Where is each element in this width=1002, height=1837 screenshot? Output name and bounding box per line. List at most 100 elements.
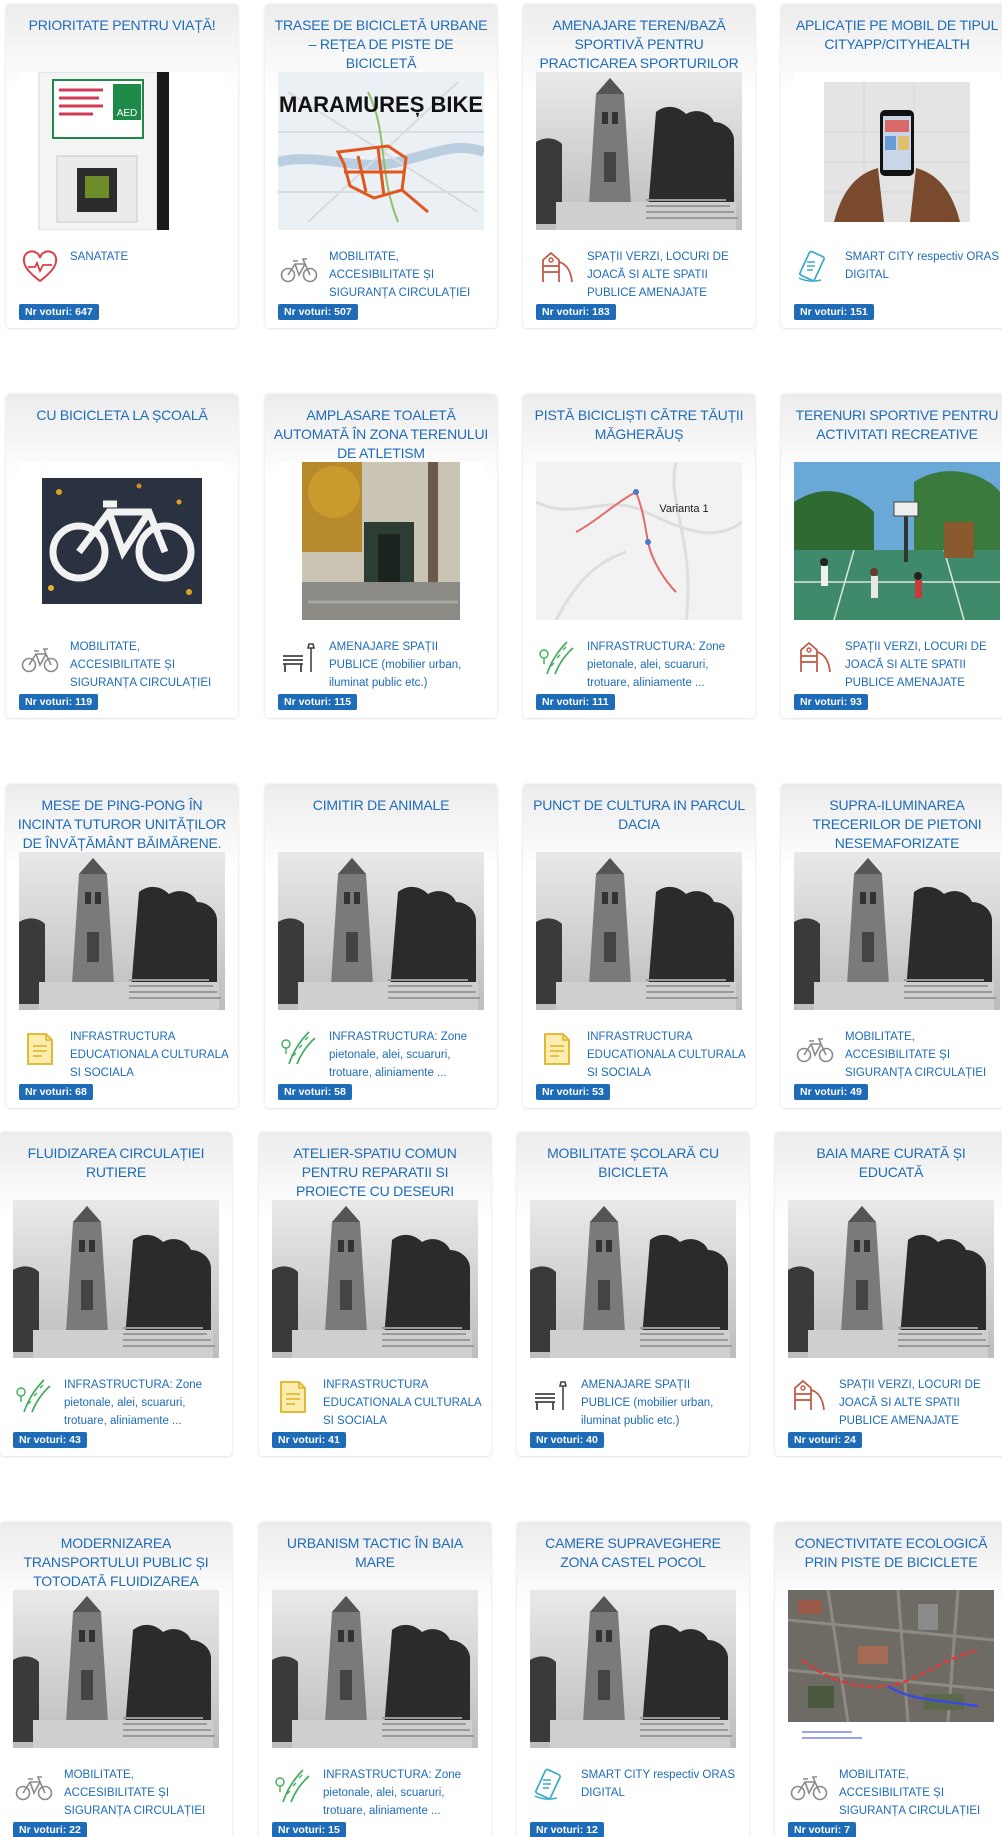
project-title[interactable]: PUNCT DE CULTURA IN PARCUL DACIA xyxy=(531,796,747,834)
votes-badge: Nr voturi: 115 xyxy=(278,694,358,710)
project-card[interactable]: URBANISM TACTIC ÎN BAIA MARE INFRASTRUCTU… xyxy=(259,1522,491,1837)
votes-badge: Nr voturi: 647 xyxy=(19,304,99,320)
project-title[interactable]: SUPRA-ILUMINAREA TRECERILOR DE PIETONI N… xyxy=(789,796,1002,853)
votes-badge: Nr voturi: 53 xyxy=(536,1084,610,1100)
category-label: MOBILITATE, ACCESIBILITATE ȘI SIGURANȚA … xyxy=(329,251,471,299)
category: SANATATE xyxy=(20,248,230,308)
category-label: INFRASTRUCTURA: Zone pietonale, alei, sc… xyxy=(329,1031,468,1079)
project-card[interactable]: TRASEE DE BICICLETĂ URBANE – REȚEA DE PI… xyxy=(265,4,497,328)
category: SPAȚII VERZI, LOCURI DE JOACĂ SI ALTE SP… xyxy=(789,1376,999,1436)
book-building-icon xyxy=(537,1028,577,1068)
project-image[interactable] xyxy=(788,1200,994,1358)
project-card[interactable]: AMPLASARE TOALETĂ AUTOMATĂ ÎN ZONA TEREN… xyxy=(265,394,497,718)
project-card[interactable]: SUPRA-ILUMINAREA TRECERILOR DE PIETONI N… xyxy=(781,784,1002,1108)
project-image[interactable] xyxy=(530,1200,736,1358)
category: INFRASTRUCTURA EDUCATIONALA CULTURALA SI… xyxy=(20,1028,230,1088)
project-title[interactable]: CAMERE SUPRAVEGHERE ZONA CASTEL POCOL xyxy=(525,1534,741,1572)
category-label: INFRASTRUCTURA EDUCATIONALA CULTURALA SI… xyxy=(323,1379,482,1427)
project-image[interactable] xyxy=(278,462,484,620)
project-image[interactable] xyxy=(530,1590,736,1748)
project-card[interactable]: PRIORITATE PENTRU VIAȚĂ! AED SANATATE Nr vo… xyxy=(6,4,238,328)
project-title[interactable]: URBANISM TACTIC ÎN BAIA MARE xyxy=(267,1534,483,1572)
project-image[interactable]: MARAMUREȘ BIKE xyxy=(278,72,484,230)
project-image[interactable] xyxy=(794,462,1000,620)
road-trees-icon xyxy=(279,1028,319,1068)
project-card[interactable]: CAMERE SUPRAVEGHERE ZONA CASTEL POCOL SMA… xyxy=(517,1522,749,1837)
project-image[interactable] xyxy=(794,72,1000,230)
votes-badge: Nr voturi: 58 xyxy=(278,1084,352,1100)
project-image[interactable]: AED xyxy=(19,72,225,230)
project-card[interactable]: FLUIDIZAREA CIRCULAȚIEI RUTIERE INFRASTRU… xyxy=(0,1132,232,1456)
project-image[interactable] xyxy=(13,1200,219,1358)
votes-badge: Nr voturi: 15 xyxy=(272,1822,346,1837)
project-card[interactable]: PISTĂ BICICLIȘTI CĂTRE TĂUȚII MĂGHERĂUȘ V… xyxy=(523,394,755,718)
smart-city-icon xyxy=(531,1766,571,1806)
project-image[interactable] xyxy=(272,1200,478,1358)
project-title[interactable]: MODERNIZAREA TRANSPORTULUI PUBLIC ȘI TOT… xyxy=(8,1534,224,1591)
project-card[interactable]: APLICAȚIE PE MOBIL DE TIPUL CITYAPP/CITY… xyxy=(781,4,1002,328)
project-card[interactable]: BAIA MARE CURATĂ ȘI EDUCATĂ SPAȚII VERZI,… xyxy=(775,1132,1002,1456)
votes-badge: Nr voturi: 7 xyxy=(788,1822,857,1837)
road-trees-icon xyxy=(273,1766,313,1806)
project-image[interactable] xyxy=(794,852,1000,1010)
project-image[interactable] xyxy=(19,462,225,620)
votes-badge: Nr voturi: 12 xyxy=(530,1822,604,1837)
project-card[interactable]: CU BICICLETA LA ȘCOALĂ MOBILITATE, ACCESI… xyxy=(6,394,238,718)
project-title[interactable]: BAIA MARE CURATĂ ȘI EDUCATĂ xyxy=(783,1144,999,1182)
category-label: SPAȚII VERZI, LOCURI DE JOACĂ SI ALTE SP… xyxy=(587,251,729,299)
project-image[interactable] xyxy=(278,852,484,1010)
project-image[interactable] xyxy=(536,852,742,1010)
project-image[interactable]: Varianta 1 xyxy=(536,462,742,620)
project-card[interactable]: ATELIER-SPATIU COMUN PENTRU REPARATII SI… xyxy=(259,1132,491,1456)
project-title[interactable]: FLUIDIZAREA CIRCULAȚIEI RUTIERE xyxy=(8,1144,224,1182)
project-title[interactable]: APLICAȚIE PE MOBIL DE TIPUL CITYAPP/CITY… xyxy=(789,16,1002,54)
project-title[interactable]: PISTĂ BICICLIȘTI CĂTRE TĂUȚII MĂGHERĂUȘ xyxy=(531,406,747,444)
project-title[interactable]: CONECTIVITATE ECOLOGICĂ PRIN PISTE DE BI… xyxy=(783,1534,999,1572)
project-card[interactable]: TERENURI SPORTIVE PENTRU ACTIVITATI RECR… xyxy=(781,394,1002,718)
project-card[interactable]: CIMITIR DE ANIMALE INFRASTRUCTURA: Zone p… xyxy=(265,784,497,1108)
category-label: MOBILITATE, ACCESIBILITATE ȘI SIGURANȚA … xyxy=(839,1769,981,1817)
road-trees-icon xyxy=(537,638,577,678)
category: INFRASTRUCTURA: Zone pietonale, alei, sc… xyxy=(537,638,747,698)
project-title[interactable]: PRIORITATE PENTRU VIAȚĂ! xyxy=(14,16,230,35)
bicycle-icon xyxy=(279,248,319,288)
svg-text:AED: AED xyxy=(117,108,138,119)
project-title[interactable]: TERENURI SPORTIVE PENTRU ACTIVITATI RECR… xyxy=(789,406,1002,444)
map-overlay-text: MARAMUREȘ BIKE xyxy=(279,92,483,117)
category-label: SANATATE xyxy=(70,251,129,263)
project-title[interactable]: MESE DE PING-PONG ÎN INCINTA TUTUROR UNI… xyxy=(14,796,230,853)
project-image[interactable] xyxy=(13,1590,219,1748)
bicycle-icon xyxy=(795,1028,835,1068)
bench-lamp-icon xyxy=(279,638,319,678)
road-trees-icon xyxy=(14,1376,54,1416)
category: MOBILITATE, ACCESIBILITATE ȘI SIGURANȚA … xyxy=(20,638,230,698)
votes-badge: Nr voturi: 183 xyxy=(536,304,616,320)
category: SPAȚII VERZI, LOCURI DE JOACĂ SI ALTE SP… xyxy=(537,248,747,308)
category-label: SMART CITY respectiv ORAS DIGITAL xyxy=(845,251,1000,281)
project-title[interactable]: TRASEE DE BICICLETĂ URBANE – REȚEA DE PI… xyxy=(273,16,489,73)
category-label: INFRASTRUCTURA EDUCATIONALA CULTURALA SI… xyxy=(587,1031,746,1079)
votes-badge: Nr voturi: 41 xyxy=(272,1432,346,1448)
category: INFRASTRUCTURA EDUCATIONALA CULTURALA SI… xyxy=(537,1028,747,1088)
category: SMART CITY respectiv ORAS DIGITAL xyxy=(531,1766,741,1826)
map-overlay-text: Varianta 1 xyxy=(659,503,708,515)
project-image[interactable] xyxy=(536,72,742,230)
project-image[interactable] xyxy=(788,1590,994,1748)
project-card[interactable]: AMENAJARE TEREN/BAZĂ SPORTIVĂ PENTRU PRA… xyxy=(523,4,755,328)
project-card[interactable]: MODERNIZAREA TRANSPORTULUI PUBLIC ȘI TOT… xyxy=(0,1522,232,1837)
project-title[interactable]: MOBILITATE ȘCOLARĂ CU BICICLETA xyxy=(525,1144,741,1182)
project-title[interactable]: CIMITIR DE ANIMALE xyxy=(273,796,489,815)
category: INFRASTRUCTURA EDUCATIONALA CULTURALA SI… xyxy=(273,1376,483,1436)
bicycle-icon xyxy=(789,1766,829,1806)
projects-grid: PRIORITATE PENTRU VIAȚĂ! AED SANATATE Nr vo… xyxy=(0,0,1002,1837)
book-building-icon xyxy=(273,1376,313,1416)
project-image[interactable] xyxy=(272,1590,478,1748)
project-card[interactable]: PUNCT DE CULTURA IN PARCUL DACIA INFRASTR… xyxy=(523,784,755,1108)
project-card[interactable]: MESE DE PING-PONG ÎN INCINTA TUTUROR UNI… xyxy=(6,784,238,1108)
project-card[interactable]: MOBILITATE ȘCOLARĂ CU BICICLETA AMENAJARE… xyxy=(517,1132,749,1456)
project-title[interactable]: AMPLASARE TOALETĂ AUTOMATĂ ÎN ZONA TEREN… xyxy=(273,406,489,463)
category: SMART CITY respectiv ORAS DIGITAL xyxy=(795,248,1002,308)
project-image[interactable] xyxy=(19,852,225,1010)
project-card[interactable]: CONECTIVITATE ECOLOGICĂ PRIN PISTE DE BI… xyxy=(775,1522,1002,1837)
project-title[interactable]: CU BICICLETA LA ȘCOALĂ xyxy=(14,406,230,425)
